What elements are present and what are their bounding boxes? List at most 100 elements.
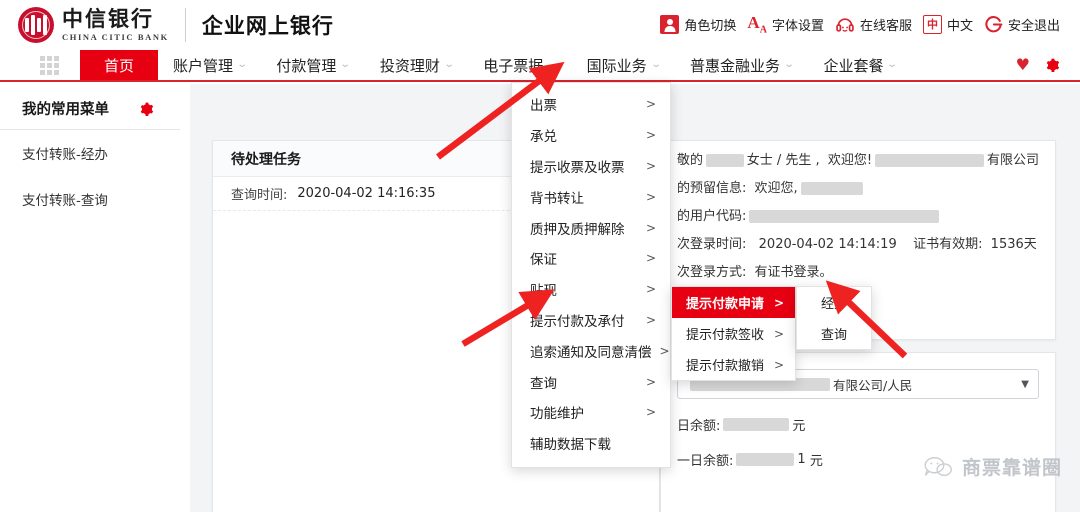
balance-prev-unit: 元: [809, 454, 823, 469]
heart-icon[interactable]: ♥: [1016, 57, 1030, 73]
menu-item-label: 提示付款及承付: [530, 313, 625, 330]
nav-item-account-management[interactable]: 账户管理 ⌄: [158, 50, 261, 80]
app-title: 企业网上银行: [201, 14, 334, 38]
menu-item-discount[interactable]: 贴现 >: [512, 274, 670, 305]
chevron-right-icon: >: [645, 220, 656, 235]
account-select-suffix: 有限公司/人民: [833, 377, 913, 393]
grid-menu-icon[interactable]: [40, 55, 62, 75]
menu-item-label: 承兑: [530, 129, 557, 146]
logo-text: 中信银行 CHINA CITIC BANK: [62, 6, 169, 42]
balance-prev-trailing: 1: [797, 452, 806, 467]
nav-item-enterprise-package[interactable]: 企业套餐 ⌄: [808, 50, 911, 80]
nav-item-enterprise-package-label: 企业套餐: [823, 56, 884, 75]
menu-item-query[interactable]: 查询 >: [512, 366, 670, 397]
chevron-right-icon: >: [773, 326, 784, 341]
redacted-balance: [736, 453, 795, 466]
menu-item-endorsement[interactable]: 背书转让 >: [512, 181, 670, 212]
chevron-down-icon: ⌄: [650, 59, 662, 70]
util-online-service[interactable]: 在线客服: [833, 13, 914, 37]
menu-item-pledge[interactable]: 质押及质押解除 >: [512, 212, 670, 243]
bank-logo[interactable]: 中信银行 CHINA CITIC BANK: [18, 7, 169, 43]
submenu-item-label: 经办: [820, 297, 847, 312]
nav-item-home[interactable]: 首页: [80, 50, 159, 80]
util-online-service-label: 在线客服: [859, 19, 912, 35]
sidebar-item-transfer-query[interactable]: 支付转账-查询: [0, 176, 190, 222]
nav-item-payment-management[interactable]: 付款管理 ⌄: [261, 50, 364, 80]
nav-item-electronic-bill-label: 电子票据: [483, 56, 544, 75]
menu-item-acceptance[interactable]: 承兑 >: [512, 120, 670, 151]
nav-item-inclusive-finance-label: 普惠金融业务: [690, 56, 781, 75]
chevron-right-icon: >: [645, 405, 656, 420]
menu-item-auxiliary-data-download[interactable]: 辅助数据下载: [512, 428, 670, 459]
menu-item-guarantee[interactable]: 保证 >: [512, 243, 670, 274]
chevron-right-icon: >: [645, 312, 656, 327]
user-switch-icon: [660, 15, 680, 35]
chevron-right-icon: >: [773, 295, 784, 310]
nav-item-payment-management-label: 付款管理: [276, 56, 337, 75]
balance-row-prev-day: 一日余额: 1 元: [677, 450, 1039, 469]
font-settings-icon: AA: [747, 13, 767, 36]
chevron-right-icon: >: [645, 282, 656, 297]
nav-item-international[interactable]: 国际业务 ⌄: [572, 50, 675, 80]
menu-item-label: 功能维护: [530, 406, 584, 423]
logo-en: CHINA CITIC BANK: [62, 31, 169, 42]
login-method-label: 次登录方式:: [677, 265, 747, 280]
submenu-item-payment-signing[interactable]: 提示付款签收 >: [672, 318, 795, 349]
header-divider: [184, 8, 186, 42]
menu-item-label: 出票: [530, 98, 557, 115]
sidebar-item-label: 支付转账-查询: [22, 193, 108, 209]
util-safe-logout-label: 安全退出: [1007, 19, 1060, 35]
nav-item-inclusive-finance[interactable]: 普惠金融业务 ⌄: [675, 50, 808, 80]
dropdown-electronic-bill: 出票 > 承兑 > 提示收票及收票 > 背书转让 > 质押及质押解除 > 保证 …: [511, 82, 671, 468]
submenu-item-label: 提示付款撤销: [686, 359, 765, 374]
submenu-item-payment-application[interactable]: 提示付款申请 >: [672, 287, 795, 318]
submenu-item-handle[interactable]: 经办: [797, 287, 871, 318]
logo-cn: 中信银行: [62, 6, 154, 31]
submenu-item-payment-revoke[interactable]: 提示付款撤销 >: [672, 349, 795, 380]
util-role-switch[interactable]: 角色切换: [658, 13, 738, 36]
nav-item-investment[interactable]: 投资理财 ⌄: [365, 50, 468, 80]
submenu-item-label: 提示付款签收: [686, 328, 765, 343]
welcome-company-suffix: 有限公司: [986, 153, 1039, 168]
chevron-down-icon: ⌄: [546, 59, 559, 70]
redacted-name: [706, 154, 744, 167]
sidebar-item-transfer-handle[interactable]: 支付转账-经办: [0, 130, 190, 176]
menu-item-issue-bill[interactable]: 出票 >: [512, 89, 670, 120]
menu-item-recourse-notice[interactable]: 追索通知及同意清偿 >: [512, 335, 670, 366]
gear-icon[interactable]: [138, 101, 154, 117]
menu-item-label: 查询: [530, 375, 557, 392]
last-login-value: 2020-04-02 14:14:19: [758, 237, 897, 252]
util-language[interactable]: 中 中文: [921, 13, 975, 36]
welcome-line-greeting: 敬的 女士 / 先生 , 欢迎您! 有限公司: [677, 154, 1039, 167]
query-time-value: 2020-04-02 14:16:35: [297, 186, 436, 201]
safe-logout-icon: [984, 15, 1003, 34]
menu-item-prompt-receipt[interactable]: 提示收票及收票 >: [512, 151, 670, 182]
chevron-down-icon: ⌄: [236, 59, 248, 70]
balance-row-day: 日余额: 元: [677, 415, 1039, 434]
citic-emblem-icon: [18, 7, 54, 43]
nav-item-home-label: 首页: [104, 56, 135, 75]
page-header: 中信银行 CHINA CITIC BANK 企业网上银行 角色切换 AA 字体设…: [0, 0, 1080, 50]
gear-icon[interactable]: [1044, 57, 1060, 73]
menu-item-prompt-payment[interactable]: 提示付款及承付 >: [512, 305, 670, 336]
chevron-right-icon: >: [645, 374, 656, 389]
util-safe-logout[interactable]: 安全退出: [982, 13, 1062, 36]
menu-item-function-maintenance[interactable]: 功能维护 >: [512, 397, 670, 428]
chevron-down-icon: ⌄: [443, 59, 455, 70]
reserved-info-label: 的预留信息:: [677, 181, 747, 196]
welcome-title: 女士 / 先生 ,: [746, 153, 820, 168]
balance-day-label: 日余额:: [677, 419, 721, 434]
menu-item-label: 贴现: [530, 283, 557, 300]
submenu-item-query[interactable]: 查询: [797, 318, 871, 349]
welcome-line-last-login: 次登录时间: 2020-04-02 14:14:19 证书有效期: 1536天: [677, 238, 1039, 251]
sidebar-item-label: 支付转账-经办: [22, 147, 108, 163]
redacted-user-code: [749, 210, 940, 223]
sidebar-title: 我的常用菜单: [22, 102, 109, 118]
chevron-right-icon: >: [645, 251, 656, 266]
online-service-icon: [835, 15, 855, 35]
util-font-settings[interactable]: AA 字体设置: [745, 12, 826, 37]
util-font-settings-label: 字体设置: [771, 19, 824, 35]
chevron-right-icon: >: [645, 189, 656, 204]
submenu-payment-application-actions: 经办 查询: [796, 286, 872, 350]
nav-item-electronic-bill[interactable]: 电子票据 ⌄: [468, 50, 571, 80]
